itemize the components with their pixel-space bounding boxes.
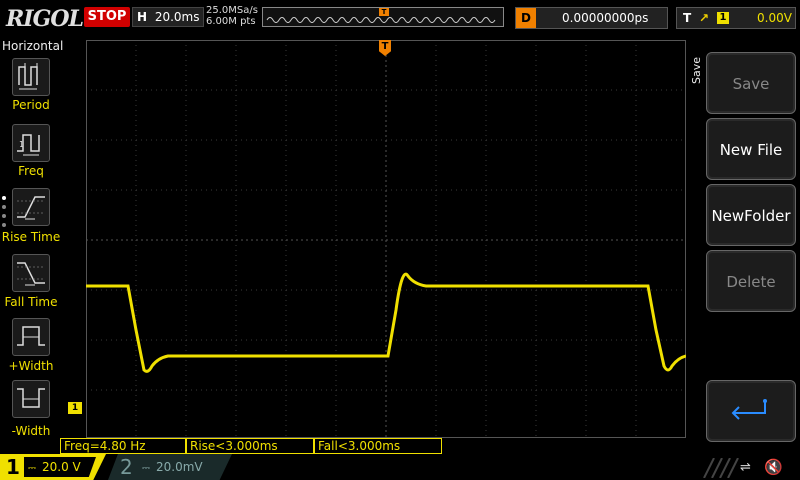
freq-measurement: Freq=4.80 Hz bbox=[60, 438, 186, 454]
top-status-bar: RIGOL STOP H 20.0ms 25.0MSa/s 6.00M pts … bbox=[0, 0, 800, 36]
fall-measurement: Fall<3.000ms bbox=[314, 438, 442, 454]
channel-1-number: 1 bbox=[6, 455, 20, 479]
rise-time-label: Rise Time bbox=[1, 230, 61, 244]
rigol-logo: RIGOL bbox=[6, 6, 84, 32]
measurement-menu: Horizontal Period 1 Freq Rise Time Fall … bbox=[0, 36, 64, 456]
channel-2-tab[interactable]: 2 ⎓ 20.0mV bbox=[108, 454, 232, 480]
trigger-box[interactable]: T ↗ 1 0.00V bbox=[676, 7, 796, 29]
ch1-waveform bbox=[86, 272, 686, 373]
trigger-source: 1 bbox=[717, 12, 729, 24]
dc-coupling-icon: ⎓ bbox=[28, 463, 36, 474]
fall-time-label: Fall Time bbox=[4, 295, 58, 309]
new-file-button[interactable]: New File bbox=[706, 118, 796, 180]
memory-overview-bar: T bbox=[262, 7, 504, 27]
graticule bbox=[86, 40, 686, 438]
dc-coupling-icon: ⎓ bbox=[142, 463, 150, 474]
acquisition-info: 25.0MSa/s 6.00M pts bbox=[206, 5, 258, 27]
save-button[interactable]: Save bbox=[706, 52, 796, 114]
frequency-icon: 1 bbox=[17, 134, 40, 156]
delay-box[interactable]: D 0.00000000ps bbox=[515, 7, 668, 29]
menu-title: Horizontal bbox=[2, 39, 64, 53]
channel-2-number: 2 bbox=[120, 455, 133, 479]
waveform-display[interactable] bbox=[86, 40, 686, 438]
fall-time-icon bbox=[17, 262, 45, 286]
page-indicator bbox=[2, 196, 6, 232]
positive-width-label: +Width bbox=[8, 359, 54, 373]
run-stop-status[interactable]: STOP bbox=[84, 7, 130, 27]
period-label: Period bbox=[12, 98, 50, 112]
back-button[interactable] bbox=[706, 380, 796, 442]
channel-1-tab[interactable]: 1 ⎓ 20.0 V bbox=[0, 454, 106, 480]
timebase-value: 20.0ms bbox=[154, 10, 200, 24]
negative-width-label: -Width bbox=[11, 424, 51, 438]
delete-button[interactable]: Delete bbox=[706, 250, 796, 312]
negative-width-button[interactable] bbox=[12, 380, 50, 418]
rising-edge-icon: ↗ bbox=[699, 11, 710, 25]
period-button[interactable] bbox=[12, 58, 50, 96]
new-folder-button[interactable]: NewFolder bbox=[706, 184, 796, 246]
freq-label: Freq bbox=[18, 164, 44, 178]
negative-width-icon bbox=[17, 388, 45, 408]
menu-tab-save: Save bbox=[690, 56, 703, 84]
memory-depth: 6.00M pts bbox=[206, 16, 256, 27]
rise-measurement: Rise<3.000ms bbox=[186, 438, 314, 454]
delay-value: 0.00000000ps bbox=[562, 11, 649, 25]
speaker-mute-icon[interactable]: 🔇 bbox=[764, 458, 783, 476]
positive-width-icon bbox=[17, 326, 45, 346]
usb-icon: ⇌ bbox=[740, 460, 751, 475]
channel-1-scale: ⎓ 20.0 V bbox=[24, 457, 96, 477]
return-arrow-icon bbox=[731, 399, 767, 420]
rise-time-icon bbox=[17, 196, 45, 220]
svg-text:1: 1 bbox=[19, 140, 24, 149]
save-menu: Save Save New File NewFolder Delete bbox=[688, 40, 800, 442]
trigger-level: 0.00V bbox=[757, 11, 792, 25]
ch1-offset-marker[interactable]: 1 bbox=[68, 402, 82, 414]
channel-2-scale: ⎓ 20.0mV bbox=[142, 460, 203, 474]
period-icon bbox=[18, 63, 38, 90]
measurement-results: Freq=4.80 Hz Rise<3.000ms Fall<3.000ms bbox=[58, 438, 688, 454]
sample-rate: 25.0MSa/s bbox=[206, 5, 258, 16]
horizontal-timebase[interactable]: H 20.0ms bbox=[132, 7, 204, 27]
trigger-position-marker: T bbox=[379, 8, 389, 16]
channel-status-bar: 1 ⎓ 20.0 V 2 ⎓ 20.0mV ⇌ 🔇 bbox=[0, 454, 800, 480]
trigger-label: T bbox=[683, 11, 692, 25]
positive-width-button[interactable] bbox=[12, 318, 50, 356]
horizontal-label: H bbox=[136, 10, 148, 24]
delay-label: D bbox=[516, 8, 536, 28]
decorative-stripes bbox=[703, 458, 739, 478]
fall-time-button[interactable] bbox=[12, 254, 50, 292]
freq-button[interactable]: 1 bbox=[12, 124, 50, 162]
rise-time-button[interactable] bbox=[12, 188, 50, 226]
